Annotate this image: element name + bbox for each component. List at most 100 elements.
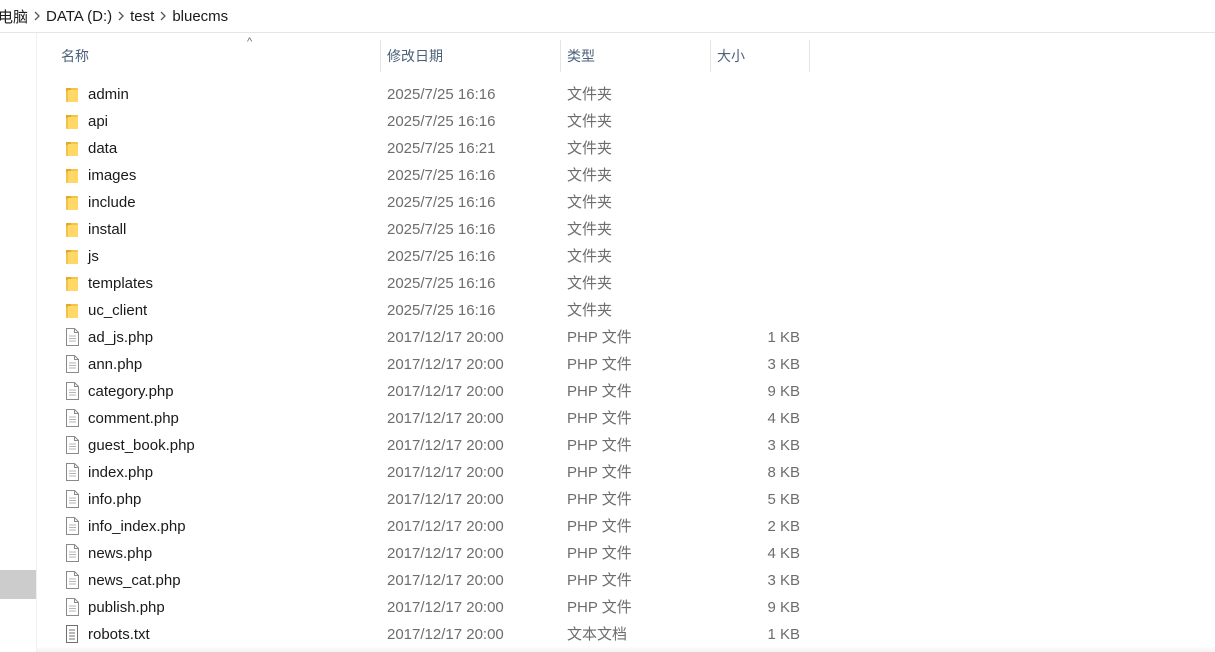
address-bar[interactable]: 电脑 DATA (D:) test bluecms [0, 0, 1215, 33]
file-name: templates [88, 275, 154, 292]
file-size: 5 KB [767, 491, 800, 508]
file-date: 2017/12/17 20:00 [387, 518, 504, 535]
file-size: 3 KB [767, 437, 800, 454]
navigation-pane-selected-item[interactable] [0, 570, 36, 599]
breadcrumb-item-test[interactable]: test [130, 8, 154, 25]
file-row[interactable]: guest_book.php 2017/12/17 20:00 PHP 文件 3 KB [37, 432, 1215, 459]
file-size [717, 108, 800, 135]
file-row[interactable]: api 2025/7/25 16:16 文件夹 [37, 108, 1215, 135]
file-type: PHP 文件 [567, 545, 632, 562]
file-type: 文件夹 [567, 302, 613, 319]
list-bottom-edge [37, 646, 1215, 652]
file-type: 文件夹 [567, 275, 613, 292]
breadcrumb-item-bluecms[interactable]: bluecms [172, 8, 228, 25]
file-size [717, 243, 800, 270]
column-header-type[interactable]: 类型 [561, 40, 711, 72]
file-date: 2025/7/25 16:16 [387, 302, 496, 319]
file-date: 2025/7/25 16:21 [387, 140, 496, 157]
file-row[interactable]: index.php 2017/12/17 20:00 PHP 文件 8 KB [37, 459, 1215, 486]
file-type: 文件夹 [567, 167, 613, 184]
file-size [717, 135, 800, 162]
breadcrumb: 电脑 DATA (D:) test bluecms [0, 0, 228, 32]
file-type: PHP 文件 [567, 383, 632, 400]
file-name: robots.txt [88, 626, 150, 643]
file-name: images [88, 167, 137, 184]
file-icon [64, 544, 80, 562]
file-row[interactable]: ann.php 2017/12/17 20:00 PHP 文件 3 KB [37, 351, 1215, 378]
navigation-pane[interactable] [0, 33, 37, 652]
file-type: 文件夹 [567, 86, 613, 103]
file-row[interactable]: category.php 2017/12/17 20:00 PHP 文件 9 KB [37, 378, 1215, 405]
file-type: 文件夹 [567, 140, 613, 157]
file-row[interactable]: publish.php 2017/12/17 20:00 PHP 文件 9 KB [37, 594, 1215, 621]
file-date: 2025/7/25 16:16 [387, 167, 496, 184]
file-size: 2 KB [767, 518, 800, 535]
folder-icon [64, 301, 80, 319]
file-row[interactable]: install 2025/7/25 16:16 文件夹 [37, 216, 1215, 243]
file-name: ann.php [88, 356, 143, 373]
breadcrumb-item-drive[interactable]: DATA (D:) [46, 8, 112, 25]
file-row[interactable]: images 2025/7/25 16:16 文件夹 [37, 162, 1215, 189]
file-name: comment.php [88, 410, 179, 427]
file-size: 4 KB [767, 545, 800, 562]
file-row[interactable]: templates 2025/7/25 16:16 文件夹 [37, 270, 1215, 297]
file-name: guest_book.php [88, 437, 195, 454]
file-row[interactable]: robots.txt 2017/12/17 20:00 文本文档 1 KB [37, 621, 1215, 648]
folder-icon [64, 85, 80, 103]
file-date: 2017/12/17 20:00 [387, 626, 504, 643]
file-size [717, 270, 800, 297]
file-date: 2017/12/17 20:00 [387, 383, 504, 400]
file-date: 2017/12/17 20:00 [387, 329, 504, 346]
file-size: 3 KB [767, 356, 800, 373]
file-row[interactable]: news.php 2017/12/17 20:00 PHP 文件 4 KB [37, 540, 1215, 567]
chevron-right-icon[interactable] [112, 11, 130, 21]
file-row[interactable]: ad_js.php 2017/12/17 20:00 PHP 文件 1 KB [37, 324, 1215, 351]
file-date: 2017/12/17 20:00 [387, 572, 504, 589]
folder-icon [64, 220, 80, 238]
file-name: include [88, 194, 136, 211]
file-name: index.php [88, 464, 154, 481]
file-type: PHP 文件 [567, 572, 632, 589]
breadcrumb-item-pc[interactable]: 电脑 [0, 6, 28, 27]
folder-icon [64, 193, 80, 211]
file-type: 文本文档 [567, 626, 628, 643]
file-row[interactable]: data 2025/7/25 16:21 文件夹 [37, 135, 1215, 162]
column-header-date[interactable]: 修改日期 [381, 40, 561, 72]
file-row[interactable]: info_index.php 2017/12/17 20:00 PHP 文件 2 KB [37, 513, 1215, 540]
file-row[interactable]: include 2025/7/25 16:16 文件夹 [37, 189, 1215, 216]
file-icon [64, 382, 80, 400]
file-size: 1 KB [767, 626, 800, 643]
file-name: ad_js.php [88, 329, 154, 346]
file-date: 2017/12/17 20:00 [387, 464, 504, 481]
file-icon [64, 490, 80, 508]
file-name: info.php [88, 491, 142, 508]
chevron-right-icon[interactable] [154, 11, 172, 21]
file-row[interactable]: uc_client 2025/7/25 16:16 文件夹 [37, 297, 1215, 324]
file-date: 2017/12/17 20:00 [387, 599, 504, 616]
file-name: js [88, 248, 99, 265]
file-row[interactable]: js 2025/7/25 16:16 文件夹 [37, 243, 1215, 270]
chevron-right-icon[interactable] [28, 11, 46, 21]
column-header-name[interactable]: 名称 [55, 40, 381, 72]
file-icon [64, 571, 80, 589]
file-row[interactable]: admin 2025/7/25 16:16 文件夹 [37, 81, 1215, 108]
file-list: admin 2025/7/25 16:16 文件夹 api 2025/7/25 16:1… [37, 81, 1215, 648]
column-header-size[interactable]: 大小 [711, 40, 810, 72]
file-size: 9 KB [767, 599, 800, 616]
file-date: 2025/7/25 16:16 [387, 86, 496, 103]
file-size [717, 81, 800, 108]
file-type: 文件夹 [567, 113, 613, 130]
file-date: 2025/7/25 16:16 [387, 275, 496, 292]
file-type: 文件夹 [567, 221, 613, 238]
file-date: 2017/12/17 20:00 [387, 491, 504, 508]
file-row[interactable]: info.php 2017/12/17 20:00 PHP 文件 5 KB [37, 486, 1215, 513]
file-date: 2025/7/25 16:16 [387, 221, 496, 238]
text-file-icon [64, 625, 80, 643]
file-icon [64, 409, 80, 427]
file-name: admin [88, 86, 129, 103]
file-row[interactable]: news_cat.php 2017/12/17 20:00 PHP 文件 3 KB [37, 567, 1215, 594]
file-size [717, 297, 800, 324]
file-icon [64, 598, 80, 616]
file-row[interactable]: comment.php 2017/12/17 20:00 PHP 文件 4 KB [37, 405, 1215, 432]
folder-icon [64, 112, 80, 130]
